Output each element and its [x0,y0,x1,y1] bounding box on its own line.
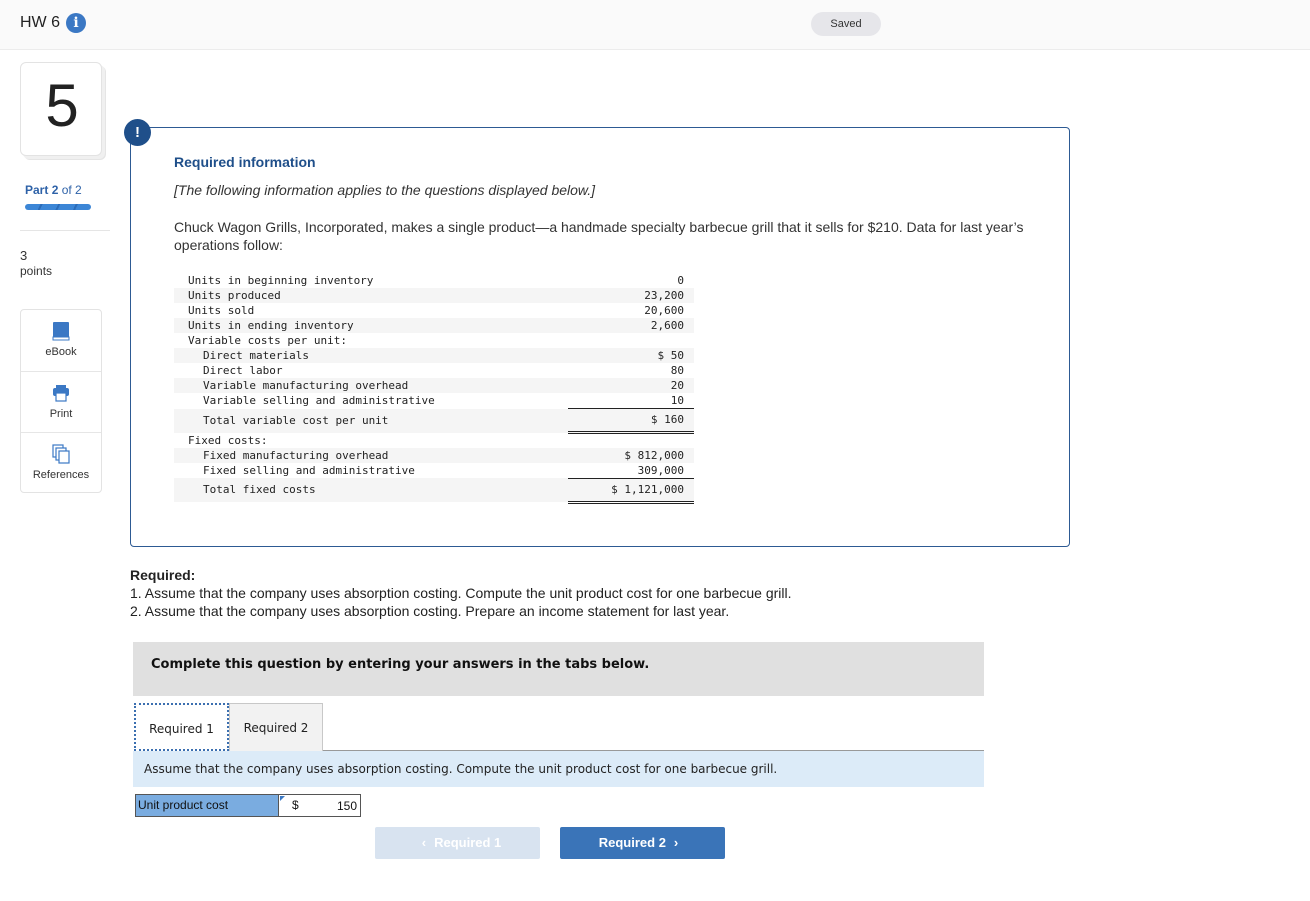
unit-product-cost-input[interactable] [303,797,359,814]
row-value: 309,000 [568,462,694,479]
row-value: 20,600 [644,304,684,317]
row-label: Fixed costs: [188,433,268,447]
row-label: Units produced [174,288,568,303]
row-value [568,333,694,348]
table-row: Units in beginning inventory 0 [174,273,694,288]
required-info-description: Chuck Wagon Grills, Incorporated, makes … [174,219,1024,253]
table-row: Variable manufacturing overhead 20 [174,378,694,393]
print-label: Print [49,408,73,420]
documents-icon [52,444,70,464]
ebook-button[interactable]: eBook [21,310,101,371]
table-row: Direct labor 80 [174,363,694,378]
table-row: Direct materials $ 50 [174,348,694,363]
required-item-2: 2. Assume that the company uses absorpti… [130,603,730,619]
row-label: Variable costs per unit: [188,334,347,347]
instruction-banner: Complete this question by entering your … [133,642,984,696]
row-value: 23,200 [568,288,694,303]
row-label: Units sold [188,304,255,317]
row-value: $ 50 [568,348,694,363]
row-label: Fixed selling and administrative [203,463,415,477]
row-value: 80 [670,364,684,377]
printer-icon [53,385,69,402]
previous-button-label: Required 1 [434,835,502,850]
table-row-total: Total variable cost per unit $ 160 [174,408,694,434]
currency-symbol: $ [292,798,299,812]
question-number: 5 [45,72,79,139]
part-suffix: of 2 [61,183,82,197]
row-value: $ 160 [568,408,694,434]
points-value: 3 [20,248,28,263]
references-label: References [32,469,90,481]
row-value: $ 1,121,000 [568,477,694,504]
row-label: Total variable cost per unit [174,408,568,433]
saved-status-badge: Saved [811,12,881,36]
required-info-note: [The following information applies to th… [174,182,596,198]
next-button-label: Required 2 [598,835,666,850]
answer-cell: $ [278,795,360,816]
previous-required-button[interactable]: ‹ Required 1 [375,827,540,859]
table-row: Units in ending inventory 2,600 [174,318,694,333]
table-row-total: Total fixed costs $ 1,121,000 [174,477,694,504]
row-value: 20 [568,378,694,393]
row-label: Variable selling and administrative [203,394,435,408]
part-indicator: Part 2 of 2 [25,183,82,197]
tab-instruction-bar: Assume that the company uses absorption … [133,751,984,787]
tab-required-1[interactable]: Required 1 [134,703,229,751]
book-icon [52,322,70,341]
tab-required-2[interactable]: Required 2 [229,703,323,751]
table-row: Fixed selling and administrative 309,000 [174,462,694,479]
chevron-right-icon: › [673,835,679,850]
operations-data-table: Units in beginning inventory 0 Units prod… [174,273,694,504]
row-value: 10 [568,393,694,409]
unit-product-cost-row: Unit product cost $ [135,794,361,817]
question-number-card: 5 [20,62,102,156]
row-value: 2,600 [568,318,694,333]
table-row: Units produced 23,200 [174,288,694,303]
part-progress-bar [25,204,91,210]
cell-flag-icon [280,796,285,801]
required-heading: Required: [130,567,196,583]
table-row: Fixed manufacturing overhead $ 812,000 [174,447,694,463]
table-row: Variable selling and administrative 10 [174,393,694,409]
row-value [568,433,694,448]
print-button[interactable]: Print [21,371,101,432]
top-bar: HW 6 i Saved [0,0,1310,50]
instruction-text: Complete this question by entering your … [151,657,650,672]
sidebar-divider [20,230,110,231]
part-current: 2 [51,183,59,197]
table-row: Variable costs per unit: [174,333,694,348]
alert-icon: ! [124,119,151,146]
row-value: 0 [677,274,684,287]
chevron-left-icon: ‹ [421,835,427,850]
unit-product-cost-label: Unit product cost [136,795,278,816]
next-required-button[interactable]: Required 2 › [560,827,725,859]
row-label: Total fixed costs [174,478,568,502]
row-label: Direct labor [203,364,283,377]
ebook-label: eBook [45,346,77,358]
row-label: Units in beginning inventory [188,274,374,287]
required-item-1: 1. Assume that the company uses absorpti… [130,585,792,601]
row-label: Direct materials [174,348,568,363]
points-label: points [20,264,53,278]
table-row: Fixed costs: [174,433,694,448]
required-information-box: Required information [The following info… [130,127,1070,547]
part-prefix: Part [25,183,49,197]
references-button[interactable]: References [21,432,101,493]
tab-instruction-text: Assume that the company uses absorption … [144,762,778,776]
table-row: Units sold 20,600 [174,303,694,318]
required-info-title: Required information [174,154,316,170]
info-icon[interactable]: i [66,13,86,33]
tools-panel: eBook Print References [20,309,102,493]
row-value: $ 812,000 [568,447,694,463]
row-label: Units in ending inventory [174,318,568,333]
assignment-title: HW 6 [20,14,60,31]
row-label: Fixed manufacturing overhead [174,447,568,463]
row-label: Variable manufacturing overhead [174,378,568,393]
